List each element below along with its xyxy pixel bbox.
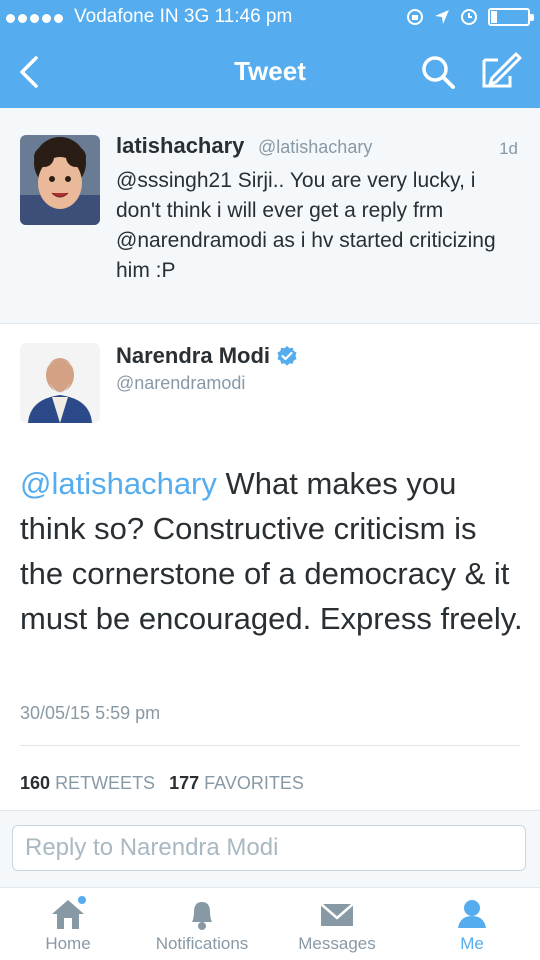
divider: [20, 745, 520, 746]
tab-bar: Home Notifications Messages Me: [0, 888, 540, 960]
author-handle[interactable]: @latishachary: [258, 137, 372, 158]
mention-link[interactable]: @latishachary: [20, 466, 217, 501]
carrier-name: Vodafone IN: [74, 6, 179, 27]
tweet-stats: 160 RETWEETS 177 FAVORITES: [20, 773, 304, 794]
in-reply-to-tweet[interactable]: latishachary @latishachary 1d @sssingh21…: [0, 108, 540, 324]
tab-label: Messages: [298, 934, 376, 953]
main-tweet: Narendra Modi @narendramodi @latishachar…: [0, 325, 540, 809]
person-icon: [458, 900, 486, 928]
network-type: 3G: [183, 6, 210, 27]
tweet-age: 1d: [499, 139, 518, 158]
favorites-stat[interactable]: 177 FAVORITES: [169, 773, 304, 794]
tweet-text: @latishachary What makes you think so? C…: [20, 461, 525, 641]
avatar[interactable]: [20, 135, 100, 225]
author-name-row: Narendra Modi: [116, 343, 298, 369]
tab-home[interactable]: Home: [26, 888, 110, 960]
child-avatar-image: [20, 135, 100, 225]
battery-icon: [488, 8, 534, 26]
author-name[interactable]: latishachary: [116, 133, 244, 159]
envelope-icon: [320, 903, 354, 926]
author-name[interactable]: Narendra Modi: [116, 343, 270, 369]
signal-strength-icon: [6, 14, 63, 23]
battery-level: [491, 11, 497, 23]
retweets-stat[interactable]: 160 RETWEETS: [20, 773, 155, 794]
status-icons: [406, 8, 534, 26]
clock: 11:46 pm: [214, 6, 293, 27]
tab-label: Home: [45, 934, 91, 953]
compose-button[interactable]: [478, 50, 524, 92]
tab-label: Me: [460, 934, 484, 953]
avatar[interactable]: [20, 343, 100, 423]
tab-notifications[interactable]: Notifications: [142, 888, 262, 960]
narendra-modi-avatar-image: [20, 343, 100, 423]
author-handle[interactable]: @narendramodi: [116, 373, 245, 394]
header: Vodafone IN 3G 11:46 pm Tweet: [0, 0, 540, 108]
tweet-text: @sssingh21 Sirji.. You are very lucky, i…: [116, 169, 496, 282]
location-arrow-icon: [435, 10, 449, 24]
carrier-info: Vodafone IN 3G 11:46 pm: [74, 6, 292, 28]
compose-icon: [482, 52, 522, 88]
alarm-icon: [461, 9, 477, 25]
reply-input[interactable]: [12, 825, 526, 871]
reply-bar: [0, 810, 540, 888]
status-bar: Vodafone IN 3G 11:46 pm: [0, 0, 540, 36]
verified-badge-icon: [277, 346, 297, 366]
new-content-dot: [78, 896, 86, 904]
tab-label: Notifications: [155, 934, 249, 953]
tab-me[interactable]: Me: [440, 888, 504, 960]
bell-icon: [192, 902, 212, 930]
page-title: Tweet: [234, 56, 306, 86]
tab-messages[interactable]: Messages: [288, 888, 386, 960]
rotation-lock-icon: [407, 9, 423, 25]
retweets-count: 160: [20, 773, 51, 793]
retweets-label: RETWEETS: [55, 773, 156, 793]
search-button[interactable]: [418, 52, 458, 92]
tweet-timestamp: 30/05/15 5:59 pm: [20, 703, 161, 723]
search-icon: [422, 56, 455, 89]
favorites-label: FAVORITES: [204, 773, 304, 793]
nav-bar: Tweet: [0, 40, 540, 104]
favorites-count: 177: [169, 773, 200, 793]
